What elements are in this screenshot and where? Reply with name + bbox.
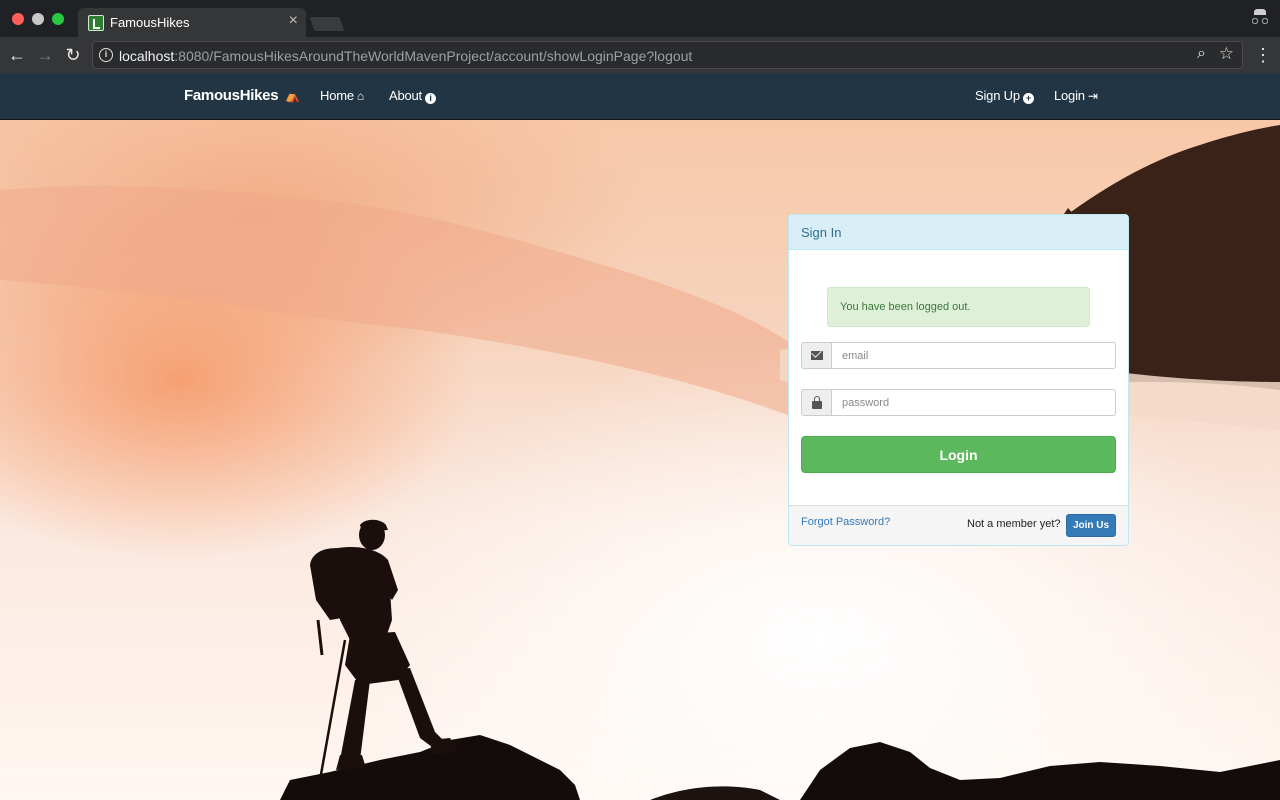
join-us-button[interactable]: Join Us bbox=[1066, 514, 1116, 537]
new-tab-button[interactable] bbox=[309, 17, 345, 31]
password-addon bbox=[801, 389, 832, 416]
browser-tab-strip: FamousHikes × bbox=[0, 0, 1280, 37]
browser-toolbar: ← → ↻ i localhost:8080/FamousHikesAround… bbox=[0, 37, 1280, 73]
brand-text: FamousHikes bbox=[184, 87, 279, 104]
panel-heading: Sign In bbox=[789, 215, 1128, 250]
forgot-password-link[interactable]: Forgot Password? bbox=[801, 516, 890, 528]
minimize-window-button[interactable] bbox=[32, 13, 44, 25]
url-path: :8080/FamousHikesAroundTheWorldMavenProj… bbox=[174, 48, 693, 64]
info-circle-icon: i bbox=[424, 93, 436, 104]
site-info-icon[interactable]: i bbox=[99, 48, 113, 62]
nav-signup-label: Sign Up bbox=[975, 88, 1020, 103]
password-field[interactable] bbox=[831, 389, 1116, 416]
plus-circle-icon: + bbox=[1022, 93, 1034, 104]
envelope-icon bbox=[811, 351, 823, 360]
address-bar[interactable]: i localhost:8080/FamousHikesAroundTheWor… bbox=[92, 41, 1243, 69]
url-host: localhost bbox=[119, 48, 175, 64]
nav-home-label: Home bbox=[320, 88, 354, 103]
nav-about-link[interactable]: About i bbox=[389, 88, 436, 104]
bookmark-star-icon[interactable]: ☆ bbox=[1219, 44, 1234, 64]
tent-icon: ⛺ bbox=[285, 89, 300, 103]
nav-signup-link[interactable]: Sign Up + bbox=[975, 88, 1034, 104]
browser-tab-famoushikes[interactable]: FamousHikes × bbox=[78, 8, 306, 37]
lock-icon bbox=[812, 396, 822, 409]
email-addon bbox=[801, 342, 832, 369]
login-icon: ⇥ bbox=[1087, 89, 1098, 103]
forward-arrow-icon[interactable]: → bbox=[34, 44, 56, 66]
brand-link[interactable]: FamousHikes ⛺ bbox=[184, 87, 300, 104]
tab-close-icon[interactable]: × bbox=[289, 12, 298, 30]
sign-in-panel: Sign In You have been logged out. Login … bbox=[788, 214, 1129, 546]
browser-menu-icon[interactable]: ⋮ bbox=[1252, 44, 1274, 66]
url-text[interactable]: localhost:8080/FamousHikesAroundTheWorld… bbox=[119, 48, 692, 64]
password-input-group bbox=[801, 389, 1116, 416]
site-navbar: FamousHikes ⛺ Home ⌂ About i Sign Up + Logi… bbox=[0, 73, 1280, 120]
nav-login-label: Login bbox=[1054, 88, 1085, 103]
email-field[interactable] bbox=[831, 342, 1116, 369]
reload-icon[interactable]: ↻ bbox=[62, 44, 84, 66]
not-member-text: Not a member yet? bbox=[967, 518, 1061, 530]
incognito-icon bbox=[1252, 9, 1268, 27]
maximize-window-button[interactable] bbox=[52, 13, 64, 25]
logged-out-alert: You have been logged out. bbox=[827, 287, 1090, 327]
email-input-group bbox=[801, 342, 1116, 369]
home-icon: ⌂ bbox=[356, 89, 364, 103]
nav-home-link[interactable]: Home ⌂ bbox=[320, 88, 364, 103]
close-window-button[interactable] bbox=[12, 13, 24, 25]
nav-login-link[interactable]: Login ⇥ bbox=[1054, 88, 1098, 103]
nav-about-label: About bbox=[389, 88, 422, 103]
zoom-icon[interactable]: ⌕ bbox=[1197, 45, 1206, 63]
tab-title: FamousHikes bbox=[110, 15, 190, 30]
site-favicon-icon bbox=[88, 15, 104, 31]
back-arrow-icon[interactable]: ← bbox=[6, 44, 28, 66]
panel-footer: Forgot Password? Not a member yet? Join … bbox=[789, 505, 1128, 545]
login-button[interactable]: Login bbox=[801, 436, 1116, 473]
